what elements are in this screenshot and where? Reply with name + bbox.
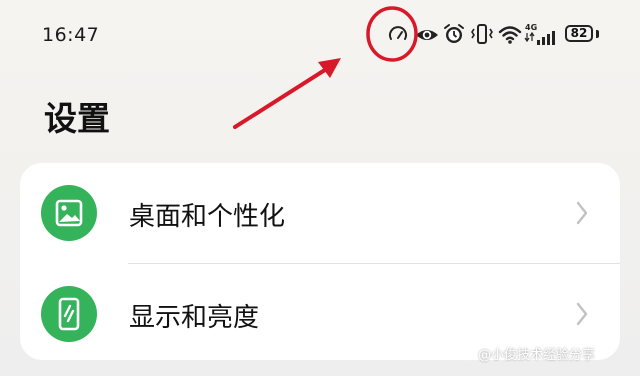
watermark-logo-icon	[459, 345, 475, 361]
annotation-arrow-shaft	[233, 66, 330, 129]
annotation-circle	[366, 6, 418, 62]
annotation-overlay	[233, 6, 418, 129]
watermark-text: @小俊技术经验分享	[478, 348, 596, 363]
annotation-arrow-head	[318, 58, 341, 78]
